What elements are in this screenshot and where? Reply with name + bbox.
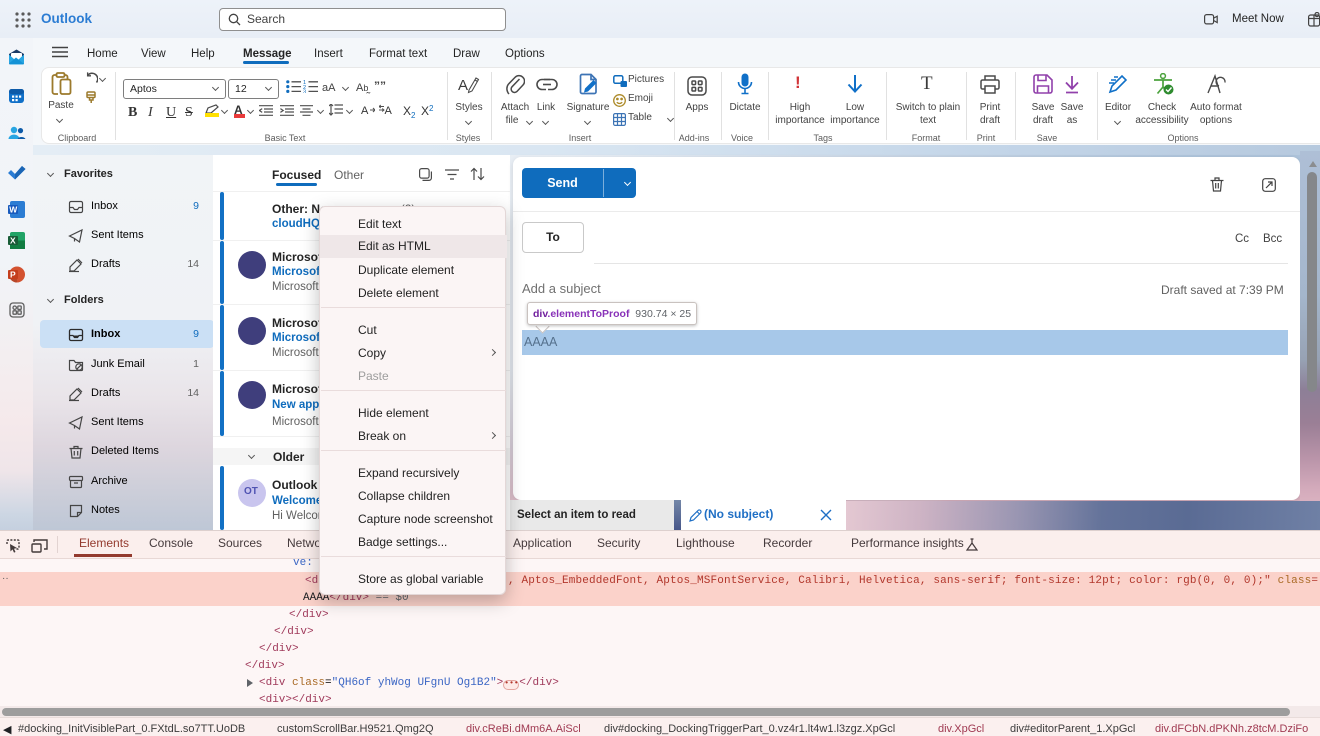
svg-text:X: X bbox=[10, 236, 16, 246]
svg-text:P: P bbox=[10, 270, 16, 280]
svg-text:3: 3 bbox=[303, 90, 306, 94]
svg-text:A: A bbox=[458, 77, 468, 94]
svg-text:A: A bbox=[385, 105, 393, 116]
svg-text:W: W bbox=[9, 205, 18, 215]
svg-text:A: A bbox=[361, 105, 369, 116]
